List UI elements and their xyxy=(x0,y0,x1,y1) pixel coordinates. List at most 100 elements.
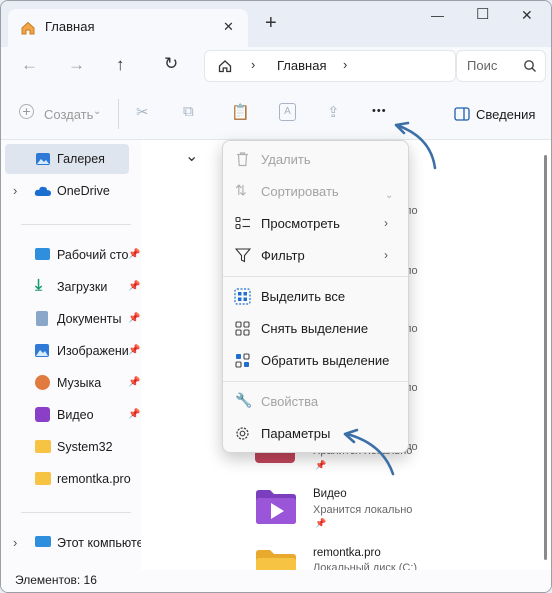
menu-item-sort[interactable]: ⇅ Сортировать ⌄ xyxy=(229,176,402,206)
music-icon xyxy=(35,375,50,390)
pin-icon[interactable]: 📌 xyxy=(128,377,140,388)
menu-item-filter[interactable]: Фильтр › xyxy=(229,240,402,270)
pin-icon[interactable]: 📌 xyxy=(128,313,140,324)
sidebar-item-pictures[interactable]: Изображени 📌 xyxy=(1,336,141,366)
select-all-icon xyxy=(234,288,251,305)
gallery-icon xyxy=(36,153,50,165)
file-status: Локальный диск (C:) xyxy=(313,562,418,570)
menu-item-select-none[interactable]: Снять выделение xyxy=(229,313,402,343)
expand-chevron-icon[interactable]: › xyxy=(13,535,17,550)
tab-home[interactable]: Главная ✕ xyxy=(8,9,248,47)
invert-selection-icon xyxy=(235,353,250,368)
menu-item-label: Параметры xyxy=(261,426,331,441)
video-icon xyxy=(35,407,50,422)
breadcrumb[interactable]: Главная xyxy=(277,58,326,73)
details-button[interactable]: Сведения xyxy=(476,107,535,122)
file-status-clip: Локальный диск (C:) xyxy=(311,562,431,570)
see-more-menu: Удалить ⇅ Сортировать ⌄ Просмотреть › Фи… xyxy=(222,140,409,453)
sidebar-item-desktop[interactable]: Рабочий сто 📌 xyxy=(1,240,141,270)
add-icon: + xyxy=(19,104,34,119)
sidebar-item-remontka[interactable]: remontka.pro xyxy=(1,464,141,494)
filter-icon xyxy=(235,248,251,263)
collapse-chevron-icon[interactable]: ⌄ xyxy=(185,146,198,166)
pictures-icon xyxy=(35,344,49,357)
create-button[interactable]: Создать xyxy=(44,107,93,122)
cloud-icon xyxy=(34,186,51,196)
pin-icon[interactable]: 📌 xyxy=(128,281,140,292)
home-icon xyxy=(21,21,35,35)
minimize-button[interactable]: — xyxy=(431,8,444,23)
breadcrumb-chevron-icon[interactable]: › xyxy=(251,57,255,72)
paste-icon[interactable]: 📋 xyxy=(231,103,250,121)
menu-item-invert-selection[interactable]: Обратить выделение xyxy=(229,345,402,375)
forward-arrow-icon[interactable]: → xyxy=(68,55,85,75)
menu-item-label: Удалить xyxy=(261,152,311,167)
home-outline-icon xyxy=(218,60,232,73)
up-arrow-icon[interactable]: ↑ xyxy=(116,55,125,75)
sidebar-item-documents[interactable]: Документы 📌 xyxy=(1,304,141,334)
menu-item-select-all[interactable]: Выделить все xyxy=(229,281,402,311)
document-icon xyxy=(36,311,48,326)
sidebar-item-label: Этот компьюте xyxy=(57,536,141,550)
computer-icon xyxy=(35,536,51,547)
sidebar-item-videos[interactable]: Видео 📌 xyxy=(1,400,141,430)
file-name: Видео xyxy=(313,488,347,500)
copy-icon[interactable]: ⧉ xyxy=(183,103,194,120)
maximize-button[interactable]: ☐ xyxy=(476,5,489,23)
download-icon: ⤓ xyxy=(35,277,43,294)
desktop-icon xyxy=(35,248,50,260)
pin-icon[interactable]: 📌 xyxy=(128,345,140,356)
search-input[interactable]: Поис xyxy=(467,58,497,73)
sidebar-item-label: System32 xyxy=(57,440,113,454)
submenu-chevron-icon: › xyxy=(384,248,388,262)
tab-title: Главная xyxy=(45,19,95,34)
pin-icon: 📌 xyxy=(315,460,327,470)
sidebar-item-gallery[interactable]: Галерея xyxy=(5,144,129,174)
sidebar-item-onedrive[interactable]: › OneDrive xyxy=(1,176,141,206)
search-box[interactable]: Поис xyxy=(456,50,546,82)
menu-item-label: Обратить выделение xyxy=(261,353,390,368)
select-none-icon xyxy=(235,321,250,336)
menu-item-label: Сортировать xyxy=(261,184,339,199)
close-button[interactable]: ✕ xyxy=(521,7,533,24)
menu-item-properties[interactable]: 🔧 Свойства xyxy=(229,386,402,416)
menu-item-label: Снять выделение xyxy=(261,321,369,336)
see-more-button[interactable]: ••• xyxy=(372,105,387,117)
navigation-pane: Галерея › OneDrive Рабочий сто 📌 ⤓ Загру… xyxy=(1,140,141,570)
sidebar-item-label: remontka.pro xyxy=(57,472,131,486)
search-icon xyxy=(524,60,536,72)
cut-icon[interactable]: ✂ xyxy=(136,103,149,121)
sidebar-item-music[interactable]: Музыка 📌 xyxy=(1,368,141,398)
explorer-window: Главная ✕ + — ☐ ✕ ← → ↑ ↻ › Главная › По… xyxy=(0,0,552,593)
breadcrumb-chevron-icon[interactable]: › xyxy=(343,57,347,72)
menu-separator xyxy=(223,276,408,277)
toolbar-divider xyxy=(118,99,119,129)
scrollbar-thumb[interactable] xyxy=(544,155,547,560)
new-tab-button[interactable]: + xyxy=(265,12,277,35)
item-count: Элементов: 16 xyxy=(15,573,97,587)
rename-icon[interactable]: A xyxy=(279,103,296,121)
pin-icon[interactable]: 📌 xyxy=(128,409,140,420)
sidebar-item-system32[interactable]: System32 xyxy=(1,432,141,462)
menu-item-delete[interactable]: Удалить xyxy=(229,144,402,174)
refresh-icon[interactable]: ↻ xyxy=(164,54,178,74)
pin-icon[interactable]: 📌 xyxy=(128,249,140,260)
menu-item-view[interactable]: Просмотреть › xyxy=(229,208,402,238)
wrench-icon: 🔧 xyxy=(235,392,253,408)
sidebar-item-label: OneDrive xyxy=(57,184,110,198)
menu-item-label: Просмотреть xyxy=(261,216,340,231)
video-folder-icon xyxy=(256,490,296,524)
tab-close-icon[interactable]: ✕ xyxy=(223,19,234,35)
folder-icon xyxy=(35,440,51,453)
sort-icon: ⇅ xyxy=(235,182,247,198)
annotation-arrow xyxy=(343,428,395,476)
title-bar: Главная ✕ + — ☐ ✕ xyxy=(1,1,551,47)
sidebar-item-this-pc[interactable]: › Этот компьюте xyxy=(1,528,141,558)
menu-item-label: Свойства xyxy=(261,394,319,409)
menu-separator xyxy=(223,381,408,382)
expand-chevron-icon[interactable]: › xyxy=(13,183,17,198)
sidebar-item-downloads[interactable]: ⤓ Загрузки 📌 xyxy=(1,272,141,302)
address-bar[interactable]: › Главная › xyxy=(204,50,456,82)
share-icon[interactable]: ⇪ xyxy=(327,103,340,121)
back-arrow-icon[interactable]: ← xyxy=(21,55,38,75)
